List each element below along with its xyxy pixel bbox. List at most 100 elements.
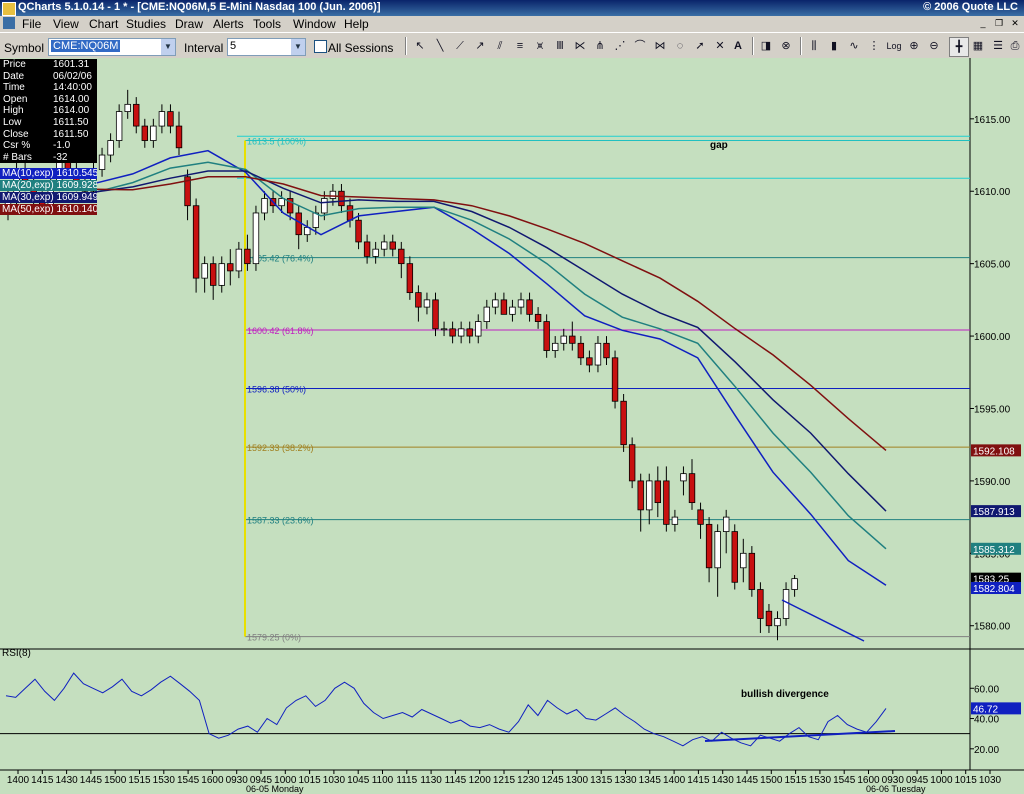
- time-tick-label: 1030: [979, 775, 1002, 786]
- interval-combo[interactable]: 5 ▼: [227, 38, 306, 56]
- candle-chart-icon[interactable]: ▮: [825, 37, 843, 55]
- menu-tools[interactable]: Tools: [253, 17, 281, 31]
- regression-tool-icon[interactable]: ⋈: [651, 37, 669, 55]
- interval-label: Interval: [184, 41, 224, 55]
- time-tick-label: 0930: [226, 775, 249, 786]
- toolbar: Symbol CME:NQ06M ▼ Interval 5 ▼ All Sess…: [0, 32, 1024, 60]
- speed-lines-icon[interactable]: ⩙: [531, 37, 549, 55]
- ma50-legend[interactable]: MA(50,exp) 1610.140: [0, 204, 97, 215]
- arc-tool-icon[interactable]: ⌒: [631, 37, 649, 55]
- price-chart[interactable]: 1615.00 1610.00 1605.00 1600.00 1595.00 1590.…: [0, 58, 1024, 794]
- candle-body: [740, 552, 747, 569]
- ellipse-tool-icon[interactable]: ◌: [671, 37, 689, 55]
- candle-body: [423, 299, 431, 308]
- line-chart-icon[interactable]: ∿: [845, 37, 863, 55]
- info-row: Low 1611.50: [3, 116, 89, 128]
- zoom-in-icon[interactable]: ⊕: [905, 37, 923, 55]
- symbol-label: Symbol: [4, 41, 45, 55]
- info-row: Open 1614.00: [3, 93, 90, 105]
- candle-body: [457, 328, 465, 337]
- menu-file[interactable]: File: [22, 17, 41, 31]
- cycle-lines-icon[interactable]: Ⅲ: [551, 37, 569, 55]
- candle-body: [483, 306, 490, 322]
- time-tick-label: 1415: [31, 775, 54, 786]
- info-row: Time 14:40:00: [3, 82, 92, 94]
- crosshair-icon[interactable]: ╋: [949, 37, 969, 57]
- time-tick-label: 1115: [396, 775, 417, 786]
- properties-icon[interactable]: ☰: [989, 37, 1007, 55]
- ma10-legend[interactable]: MA(10,exp) 1610.545: [0, 168, 97, 179]
- time-tick-label: 1445: [80, 775, 103, 786]
- chevron-down-icon[interactable]: ▼: [291, 39, 305, 55]
- fibonacci-tool-icon[interactable]: ≡: [511, 37, 529, 55]
- document-icon[interactable]: [3, 17, 15, 29]
- price-tick-label: 1595.00: [974, 404, 1011, 415]
- ray-tool-icon[interactable]: ↗: [471, 37, 489, 55]
- menu-window[interactable]: Window: [293, 17, 336, 31]
- time-tick-label: 1600: [201, 775, 224, 786]
- candle-body: [218, 263, 225, 286]
- menu-draw[interactable]: Draw: [175, 17, 203, 31]
- candle-body: [406, 263, 414, 294]
- candle-body: [252, 212, 260, 265]
- candle-body: [124, 103, 131, 112]
- candle-body: [560, 335, 567, 344]
- bar-chart-icon[interactable]: ⫼: [805, 37, 823, 55]
- ma20-legend[interactable]: MA(20,exp) 1609.928: [0, 180, 97, 191]
- color-tool-icon[interactable]: ◨: [757, 37, 775, 55]
- time-tick-label: 1515: [128, 775, 151, 786]
- candle-body: [415, 292, 422, 308]
- menu-view[interactable]: View: [53, 17, 79, 31]
- andrews-pitchfork-icon[interactable]: ⋔: [591, 37, 609, 55]
- fib-fan-icon[interactable]: ⋰: [611, 37, 629, 55]
- symbol-value[interactable]: CME:NQ06M: [51, 40, 121, 52]
- candle-body: [141, 125, 148, 141]
- candle-body: [432, 299, 439, 330]
- chevron-down-icon[interactable]: ▼: [161, 39, 175, 55]
- time-tick-label: 1515: [784, 775, 807, 786]
- candle-body: [663, 480, 670, 525]
- channel-tool-icon[interactable]: ⫽: [491, 37, 509, 55]
- minimize-icon[interactable]: _: [976, 17, 990, 29]
- cross-tool-icon[interactable]: ✕: [711, 37, 729, 55]
- delete-drawing-icon[interactable]: ⊗: [777, 37, 795, 55]
- ma30-legend[interactable]: MA(30,exp) 1609.949: [0, 192, 97, 203]
- time-tick-label: 1415: [687, 775, 710, 786]
- arrow-tool-icon[interactable]: ➚: [691, 37, 709, 55]
- day-label-tuesday: 06-06 Tuesday: [866, 784, 926, 794]
- toolbar-separator: [752, 37, 754, 55]
- candle-body: [552, 342, 559, 351]
- candle-body: [603, 342, 610, 359]
- symbol-combo[interactable]: CME:NQ06M ▼: [48, 38, 176, 56]
- candle-body: [346, 205, 354, 221]
- close-icon[interactable]: ✕: [1008, 17, 1022, 29]
- zoom-out-icon[interactable]: ⊖: [925, 37, 943, 55]
- time-tick-label: 1430: [55, 775, 78, 786]
- pointer-tool-icon[interactable]: ↖: [411, 37, 429, 55]
- menu-alerts[interactable]: Alerts: [213, 17, 244, 31]
- point-figure-icon[interactable]: ⋮: [865, 37, 883, 55]
- time-tick-label: 1130: [420, 775, 442, 786]
- time-tick-label: 1400: [663, 775, 686, 786]
- rsi-label: RSI(8): [2, 648, 31, 659]
- gann-fan-icon[interactable]: ⋉: [571, 37, 589, 55]
- line-tool-icon[interactable]: ╲: [431, 37, 449, 55]
- menu-help[interactable]: Help: [344, 17, 369, 31]
- candle-body: [167, 111, 174, 127]
- all-sessions-checkbox[interactable]: [314, 40, 327, 53]
- grid-icon[interactable]: ▦: [969, 37, 987, 55]
- print-icon[interactable]: ⎙: [1006, 37, 1024, 55]
- candle-body: [517, 299, 525, 308]
- info-row: # Bars -32: [3, 151, 68, 163]
- log-scale-icon[interactable]: Log: [885, 37, 903, 55]
- menu-studies[interactable]: Studies: [126, 17, 166, 31]
- time-tick-label: 1015: [955, 775, 978, 786]
- text-tool-icon[interactable]: A: [729, 37, 747, 55]
- candle-body: [543, 321, 550, 351]
- interval-value[interactable]: 5: [230, 40, 236, 52]
- menu-chart[interactable]: Chart: [89, 17, 118, 31]
- restore-icon[interactable]: ❐: [992, 17, 1006, 29]
- trendline-tool-icon[interactable]: ⟋: [451, 37, 469, 55]
- toolbar-separator: [800, 37, 802, 55]
- candle-body: [791, 578, 798, 590]
